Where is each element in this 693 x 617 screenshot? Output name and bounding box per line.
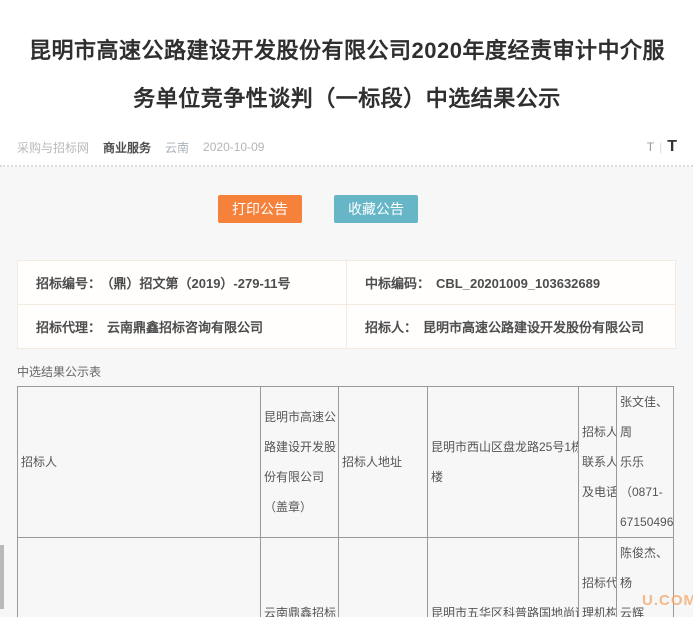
page-title: 昆明市高速公路建设开发股份有限公司2020年度经责审计中介服 务单位竞争性谈判（… <box>17 27 677 123</box>
tenderer-value: 昆明市高速公路建设开发股份有限公司 <box>423 320 644 335</box>
print-announcement-button[interactable]: 打印公告 <box>218 195 302 223</box>
agency-address-label-cell: 招标代理机构地址 <box>339 538 428 617</box>
breadcrumb-region[interactable]: 云南 <box>165 139 189 156</box>
tenderer-contact-label-cell: 招标人 联系人 及电话 <box>579 387 617 538</box>
page-title-line2: 务单位竞争性谈判（一标段）中选结果公示 <box>17 75 677 123</box>
tenderer-cell: 招标人： 昆明市高速公路建设开发股份有限公司 <box>347 305 676 349</box>
bid-number-cell: 招标编号： （鼎）招文第（2019）-279-11号 <box>18 261 347 305</box>
tenderer-name-cell: 昆明市高速公 路建设开发股 份有限公司 （盖章） <box>261 387 339 538</box>
table-row-tenderer: 招标人 昆明市高速公 路建设开发股 份有限公司 （盖章） 招标人地址 昆明市西山… <box>18 387 674 538</box>
info-table-row: 招标编号： （鼎）招文第（2019）-279-11号 中标编码： CBL_20201… <box>18 261 676 305</box>
win-code-label: 中标编码： <box>365 276 430 291</box>
agency-cell: 招标代理： 云南鼎鑫招标咨询有限公司 <box>18 305 347 349</box>
agency-role-cell: 招标代理机构 <box>18 538 261 617</box>
action-button-row: 打印公告 收藏公告 <box>17 195 676 223</box>
breadcrumb: 采购与招标网 商业服务 云南 2020-10-09 <box>17 139 647 156</box>
win-code-cell: 中标编码： CBL_20201009_103632689 <box>347 261 676 305</box>
breadcrumb-category[interactable]: 商业服务 <box>103 139 151 156</box>
font-size-switch: T | T <box>647 138 677 156</box>
result-table-caption: 中选结果公示表 <box>17 363 676 380</box>
meta-row: 采购与招标网 商业服务 云南 2020-10-09 T | T <box>17 138 677 156</box>
agency-address-value-cell: 昆明市五华区科普路国地尚诚 商务中心B座14楼 <box>428 538 579 617</box>
left-scrollbar-thumb[interactable] <box>0 545 4 609</box>
tenderer-address-label-cell: 招标人地址 <box>339 387 428 538</box>
tenderer-address-value-cell: 昆明市西山区盘龙路25号1栋2 楼 <box>428 387 579 538</box>
announcement-body: 打印公告 收藏公告 招标编号： （鼎）招文第（2019）-279-11号 中标编码… <box>0 167 693 617</box>
font-size-large-toggle[interactable]: T <box>667 138 677 156</box>
publish-date: 2020-10-09 <box>203 140 264 154</box>
info-table-row: 招标代理： 云南鼎鑫招标咨询有限公司 招标人： 昆明市高速公路建设开发股份有限公司 <box>18 305 676 349</box>
tenderer-contact-value-cell: 张文佳、周 乐乐（0871- 67150496） <box>617 387 674 538</box>
bid-number-value: （鼎）招文第（2019）-279-11号 <box>107 276 291 291</box>
tenderer-role-cell: 招标人 <box>18 387 261 538</box>
bid-number-label: 招标编号： <box>36 276 101 291</box>
agency-contact-value-cell: 陈俊杰、杨 云辉（0871- 65847248转 (020) <box>617 538 674 617</box>
favorite-announcement-button[interactable]: 收藏公告 <box>334 195 418 223</box>
selection-result-table: 招标人 昆明市高速公 路建设开发股 份有限公司 （盖章） 招标人地址 昆明市西山… <box>17 386 674 617</box>
article-header: 昆明市高速公路建设开发股份有限公司2020年度经责审计中介服 务单位竞争性谈判（… <box>0 0 693 167</box>
table-row-agency: 招标代理机构 云南鼎鑫招标 咨询有限公司 招标代理机构地址 昆明市五华区科普路国… <box>18 538 674 617</box>
page-title-line1: 昆明市高速公路建设开发股份有限公司2020年度经责审计中介服 <box>17 27 677 75</box>
agency-contact-label-cell: 招标代 理机构 联系人 及电话 <box>579 538 617 617</box>
font-size-small-toggle[interactable]: T <box>647 140 654 154</box>
agency-value: 云南鼎鑫招标咨询有限公司 <box>107 320 263 335</box>
tenderer-label: 招标人： <box>365 320 417 335</box>
bid-info-table: 招标编号： （鼎）招文第（2019）-279-11号 中标编码： CBL_20201… <box>17 260 676 349</box>
agency-name-cell: 云南鼎鑫招标 咨询有限公司 <box>261 538 339 617</box>
win-code-value: CBL_20201009_103632689 <box>436 276 600 291</box>
agency-label: 招标代理： <box>36 320 101 335</box>
font-size-separator: | <box>659 140 662 154</box>
breadcrumb-source-site[interactable]: 采购与招标网 <box>17 139 89 156</box>
